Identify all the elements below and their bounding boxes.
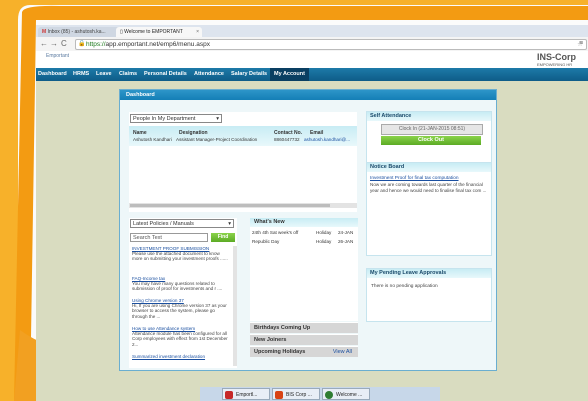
menu-attendance[interactable]: Attendance (192, 68, 226, 81)
clock-out-button[interactable]: Clock Out (381, 136, 481, 145)
list-item[interactable]: Summarized investment declaration (132, 354, 230, 359)
menu-personal-details[interactable]: Personal Details (142, 68, 189, 81)
list-item[interactable]: How to use Attendance system Attendance m… (132, 326, 230, 347)
self-attendance-box: Self Attendance Clock In (21-JAN-2015 08… (366, 111, 492, 163)
menu-leave[interactable]: Leave (94, 68, 114, 81)
list-item[interactable]: FAQ-Income tax You may have many question… (132, 276, 230, 292)
menu-claims[interactable]: Claims (117, 68, 139, 81)
policies-select[interactable]: Latest Policies / Manuals ▾ (130, 219, 234, 228)
column-header: Contact No. (274, 130, 303, 136)
app-icon (225, 391, 233, 399)
browser-toolbar: ← → C 🔒 https://app.emportant.net/emp6/me… (36, 37, 588, 52)
vertical-scrollbar[interactable] (233, 246, 237, 366)
new-joiners[interactable]: New Joiners (250, 334, 358, 345)
horizontal-scrollbar[interactable] (129, 203, 357, 208)
self-attendance-title: Self Attendance (367, 112, 491, 121)
chrome-icon (325, 391, 333, 399)
menu-dashboard[interactable]: Dashboard (36, 68, 69, 81)
pending-leave-approvals: My Pending Leave Approvals There is no p… (366, 268, 492, 322)
table-cell-name: Ashutosh Kandhari (133, 137, 172, 142)
dashboard-title: Dashboard (120, 90, 496, 100)
column-header: Designation (179, 130, 208, 136)
screenshot-stage: M Inbox (85) - ashutosh.ka...× ▯ Welcome… (0, 0, 588, 401)
whats-new-box: What's New 24th 4th Sat week's off Holid… (250, 218, 358, 368)
leave-approvals-text: There is no pending application (371, 284, 438, 289)
whats-new-title: What's New (250, 218, 358, 227)
list-item[interactable]: INVESTMENT PROOF SUBMISSION Please use th… (132, 246, 230, 262)
menu-icon[interactable]: ≡ (579, 39, 583, 49)
main-menu: Dashboard HRMS Leave Claims Personal Det… (36, 68, 588, 81)
menu-hrms[interactable]: HRMS (71, 68, 91, 81)
view-all-link[interactable]: View All (333, 347, 352, 358)
column-header: Name (133, 130, 147, 136)
table-row: 24th 4th Sat week's off Holiday 24-JAN (250, 229, 358, 237)
reload-icon[interactable]: C (61, 39, 67, 49)
clock-in-button[interactable]: Clock In (21-JAN-2015 08:51) (381, 124, 483, 135)
notice-board-title: Notice Board (367, 163, 491, 172)
table-cell-email[interactable]: ashutosh.kandhari@... (304, 137, 350, 142)
table-row: Republic Day Holiday 26-JAN (250, 238, 358, 246)
leave-approvals-title: My Pending Leave Approvals (367, 269, 491, 278)
chevron-down-icon: ▾ (216, 116, 219, 122)
department-table-header: Name Designation Contact No. Email (129, 126, 357, 146)
list-item[interactable]: Using Chrome version 37 Hi, If you are us… (132, 298, 230, 319)
company-logo: INS-Corp EMPOWERING HR (537, 52, 576, 67)
browser-tab-inbox[interactable]: M Inbox (85) - ashutosh.ka...× (38, 27, 122, 37)
browser-tab-welcome[interactable]: ▯ Welcome to EMPORTANT × (116, 27, 202, 37)
notice-text: Now we are coming towards last quarter o… (370, 182, 487, 193)
chevron-down-icon: ▾ (228, 221, 231, 227)
scrollbar-thumb[interactable] (130, 204, 330, 207)
address-bar[interactable]: 🔒 https://app.emportant.net/emp6/menu.asp… (75, 39, 587, 50)
lock-icon: 🔒 (78, 41, 86, 47)
column-header: Email (310, 130, 324, 136)
dashboard-panel: Dashboard People In My Department ▾ Name … (119, 89, 497, 371)
birthdays-coming-up[interactable]: Birthdays Coming Up (250, 322, 358, 333)
menu-my-account[interactable]: My Account (270, 68, 309, 81)
department-box: People In My Department ▾ Name Designatio… (129, 112, 357, 212)
policies-box: Latest Policies / Manuals ▾ Search Text F… (129, 218, 237, 368)
upcoming-holidays[interactable]: Upcoming Holidays View All (250, 346, 358, 357)
table-cell-contact: 8860447732 (274, 137, 300, 142)
close-icon[interactable]: × (196, 27, 199, 37)
back-icon[interactable]: ← (40, 39, 48, 49)
taskbar: Emportl... BIS Corp ... Welcome ... (200, 387, 440, 401)
notice-link[interactable]: Investment Proof for final tax computati… (370, 176, 459, 181)
logo: Emportant (46, 53, 70, 59)
taskbar-item[interactable]: BIS Corp ... (272, 388, 320, 400)
search-input[interactable]: Search Text (130, 233, 208, 242)
powerpoint-icon (275, 391, 283, 399)
find-button[interactable]: Find (211, 233, 235, 242)
browser-tab-bar: M Inbox (85) - ashutosh.ka...× ▯ Welcome… (36, 25, 588, 37)
taskbar-item[interactable]: Welcome ... (322, 388, 370, 400)
forward-icon[interactable]: → (50, 39, 58, 49)
table-cell-designation: Assistant Manager-Project Coordination (176, 137, 258, 142)
menu-salary-details[interactable]: Salary Details (229, 68, 269, 81)
taskbar-item[interactable]: Emportl... (222, 388, 270, 400)
site-header: Emportant INS-Corp EMPOWERING HR (36, 51, 588, 68)
department-select[interactable]: People In My Department ▾ (130, 114, 222, 123)
notice-board: Notice Board Investment Proof for final … (366, 162, 492, 256)
